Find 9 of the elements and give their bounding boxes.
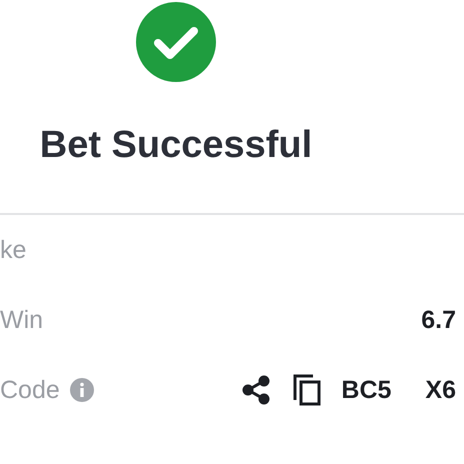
row-label: Win [0, 306, 44, 334]
share-icon[interactable] [241, 375, 272, 405]
booking-code-text: BC5 [341, 376, 392, 404]
row-label: Code [0, 376, 60, 404]
booking-code-text: X6 [425, 376, 456, 404]
row-value: 6.7 [421, 306, 456, 334]
copy-icon[interactable] [293, 374, 322, 406]
status-title: Bet Successful [40, 124, 312, 167]
row-label: ke [0, 236, 26, 264]
